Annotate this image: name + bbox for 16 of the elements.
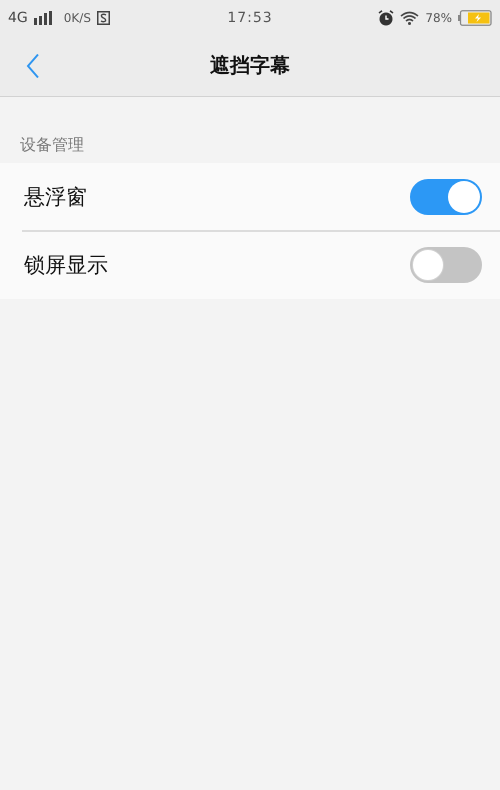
back-icon [26,53,40,79]
network-speed: 0K/S [64,10,91,24]
setting-label: 锁屏显示 [24,252,108,279]
battery-icon [458,10,492,26]
battery-percent: 78% [425,10,452,24]
toggle-switch[interactable] [410,247,482,283]
toggle-switch[interactable] [410,178,482,214]
page-title: 遮挡字幕 [210,52,290,79]
setting-label: 悬浮窗 [24,184,87,210]
status-time: 17:53 [227,10,273,26]
network-label: 4G [8,10,28,26]
sim-icon [96,10,110,24]
alarm-icon [378,10,394,26]
signal-icon [34,10,52,24]
wifi-icon [400,10,420,24]
section-title: 设备管理 [20,135,84,156]
